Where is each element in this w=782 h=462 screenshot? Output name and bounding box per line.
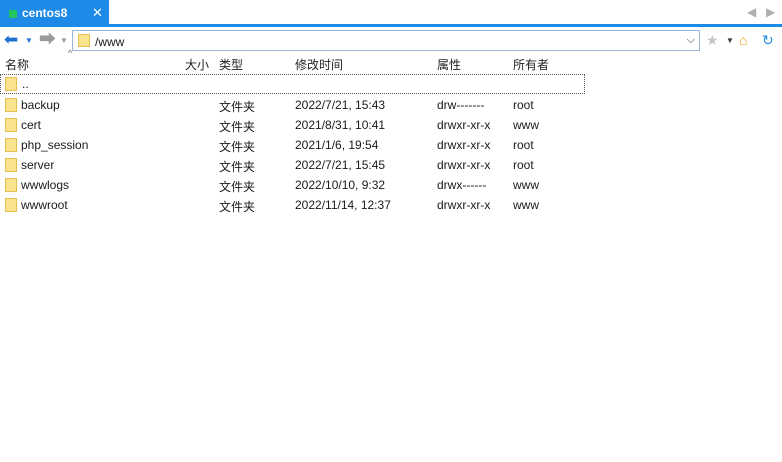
file-permissions: drw------- (437, 98, 485, 112)
back-history-dropdown-icon[interactable]: ▼ (25, 37, 33, 45)
table-row[interactable]: wwwlogs 文件夹 2022/10/10, 9:32 drwx------ … (0, 175, 585, 195)
connection-status-icon (9, 10, 17, 18)
parent-directory-label: .. (22, 77, 29, 91)
file-type: 文件夹 (219, 180, 256, 194)
table-row[interactable]: wwwroot 文件夹 2022/11/14, 12:37 drwxr-xr-x… (0, 195, 585, 215)
file-modified: 2022/7/21, 15:43 (295, 98, 386, 112)
tab-prev-icon[interactable]: ◀ (747, 5, 756, 19)
column-type[interactable]: 类型 (219, 56, 243, 73)
folder-icon (5, 198, 17, 212)
folder-icon (5, 98, 17, 112)
file-type: 文件夹 (219, 120, 256, 134)
path-address-bar[interactable]: /www ⌵ (72, 30, 700, 51)
file-owner: www (513, 198, 539, 212)
sort-caret-icon: ^ (68, 48, 73, 58)
file-type: 文件夹 (219, 200, 256, 214)
refresh-icon[interactable]: ↻ (762, 32, 774, 48)
close-tab-icon[interactable]: ✕ (92, 5, 103, 21)
chevron-down-icon[interactable]: ⌵ (687, 34, 695, 47)
file-type: 文件夹 (219, 100, 256, 114)
folder-icon (5, 77, 17, 91)
folder-icon (5, 118, 17, 132)
file-modified: 2021/8/31, 10:41 (295, 118, 386, 132)
file-owner: www (513, 118, 539, 132)
bookmark-dropdown-icon[interactable]: ▼ (726, 37, 734, 45)
table-row[interactable]: server 文件夹 2022/7/21, 15:45 drwxr-xr-x r… (0, 155, 585, 175)
file-permissions: drwx------ (437, 178, 487, 192)
folder-icon (5, 158, 17, 172)
tab-centos8[interactable]: centos8 ✕ (0, 0, 109, 27)
tab-bar: centos8 ✕ ◀ ▶ (0, 0, 782, 27)
column-name[interactable]: 名称 (5, 56, 29, 73)
folder-icon (5, 138, 17, 152)
home-folder-icon[interactable]: ⌂ (739, 32, 747, 48)
back-arrow-icon[interactable]: ⬅ (4, 30, 18, 50)
file-name: wwwlogs (21, 178, 70, 192)
file-modified: 2022/10/10, 9:32 (295, 178, 386, 192)
column-owner[interactable]: 所有者 (513, 56, 549, 73)
file-permissions: drwxr-xr-x (437, 158, 491, 172)
file-name: cert (21, 118, 42, 132)
table-row[interactable]: backup 文件夹 2022/7/21, 15:43 drw------- r… (0, 95, 585, 115)
file-name: wwwroot (21, 198, 68, 212)
tab-next-icon[interactable]: ▶ (766, 5, 775, 19)
toolbar: ⬅ ▼ ⮕ ▼ /www ⌵ ★ ▼ ⌂ ↻ (0, 28, 782, 54)
file-permissions: drwxr-xr-x (437, 138, 491, 152)
tab-title: centos8 (22, 6, 68, 20)
column-permissions[interactable]: 属性 (437, 56, 461, 73)
file-list-header: ^ 名称 大小 类型 修改时间 属性 所有者 (0, 48, 782, 73)
star-icon[interactable]: ★ (706, 32, 719, 48)
file-owner: www (513, 178, 539, 192)
file-permissions: drwxr-xr-x (437, 118, 491, 132)
parent-directory-row[interactable]: .. (0, 74, 585, 94)
table-row[interactable]: cert 文件夹 2021/8/31, 10:41 drwxr-xr-x www (0, 115, 585, 135)
folder-icon (5, 178, 17, 192)
column-size[interactable]: 大小 (185, 56, 209, 73)
column-modified[interactable]: 修改时间 (295, 56, 343, 73)
file-name: php_session (21, 138, 89, 152)
file-owner: root (513, 98, 534, 112)
file-name: server (21, 158, 55, 172)
folder-icon (78, 34, 90, 47)
table-row[interactable]: php_session 文件夹 2021/1/6, 19:54 drwxr-xr… (0, 135, 585, 155)
file-type: 文件夹 (219, 160, 256, 174)
file-permissions: drwxr-xr-x (437, 198, 491, 212)
file-modified: 2022/7/21, 15:45 (295, 158, 386, 172)
path-input[interactable]: /www (95, 35, 124, 49)
forward-arrow-icon[interactable]: ⮕ (39, 30, 56, 50)
file-type: 文件夹 (219, 140, 256, 154)
forward-history-dropdown-icon[interactable]: ▼ (60, 37, 68, 45)
file-modified: 2021/1/6, 19:54 (295, 138, 379, 152)
file-name: backup (21, 98, 60, 112)
file-owner: root (513, 138, 534, 152)
file-modified: 2022/11/14, 12:37 (295, 198, 391, 212)
file-owner: root (513, 158, 534, 172)
